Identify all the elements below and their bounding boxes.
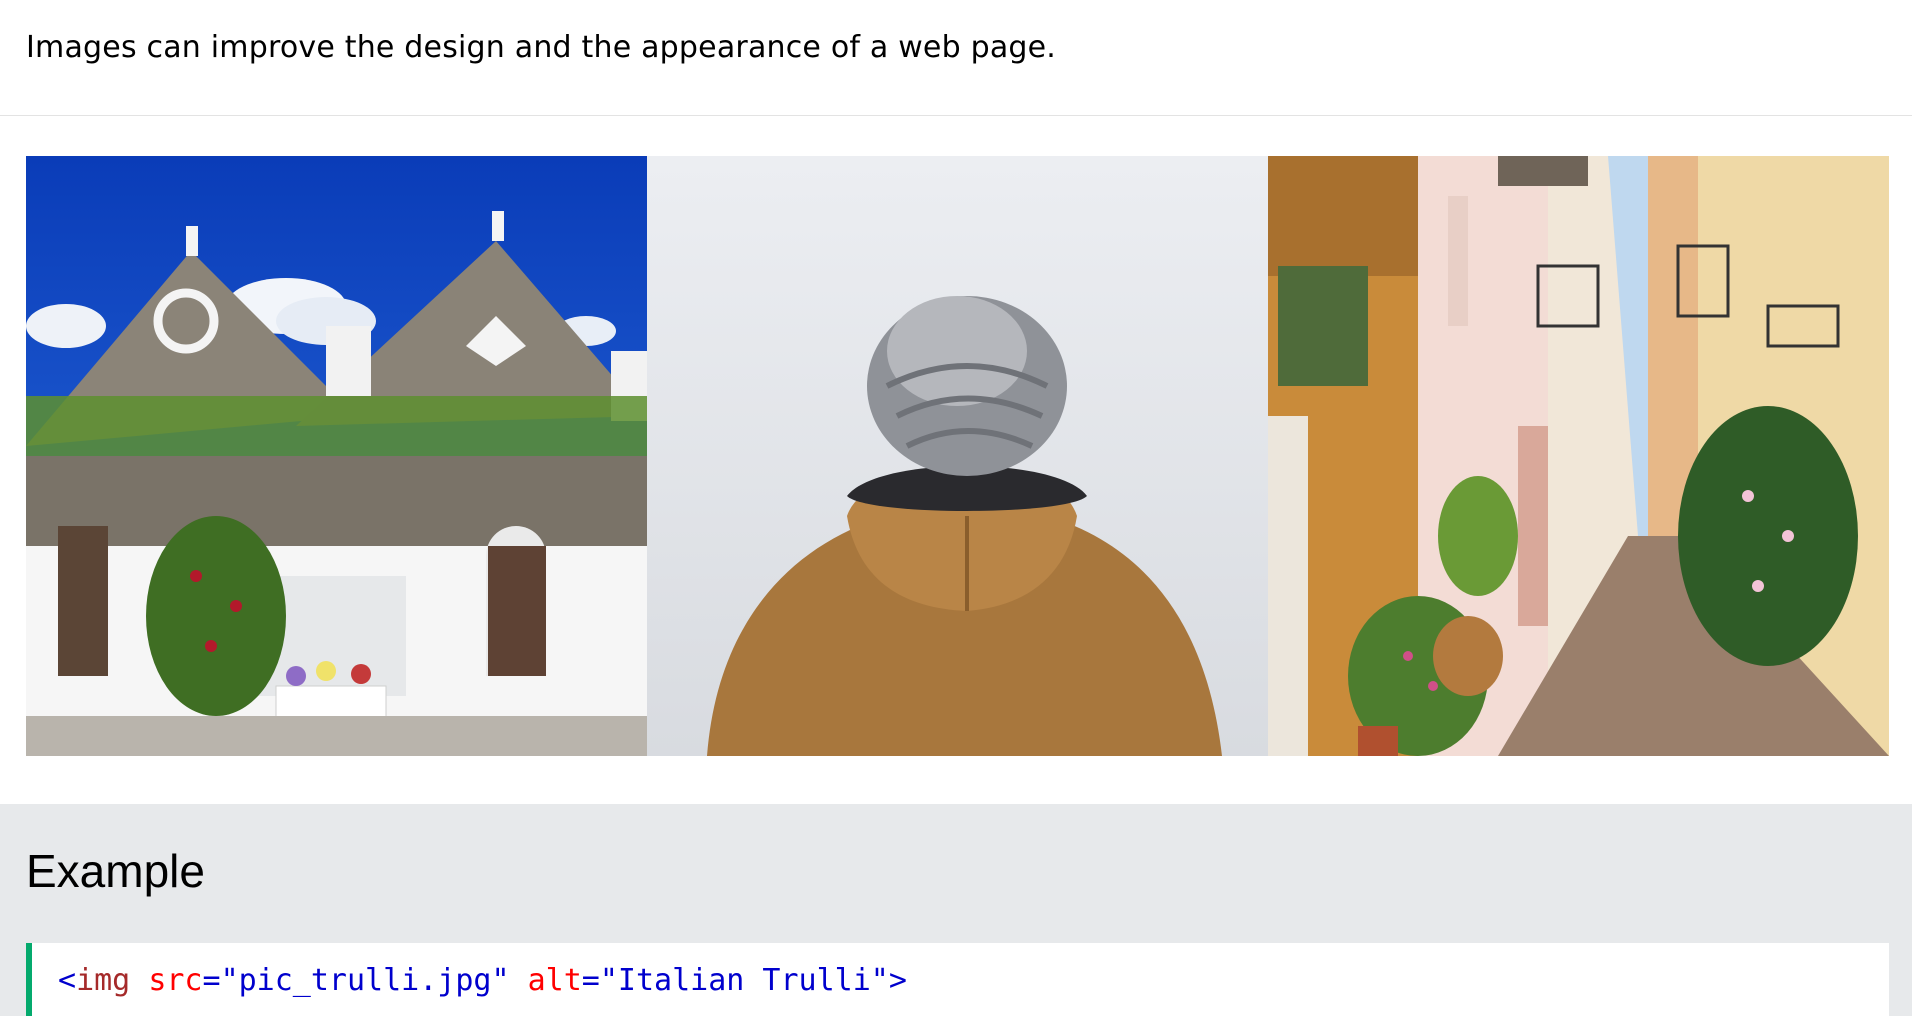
street-photo (1268, 156, 1889, 756)
code-open-bracket: < (58, 963, 77, 998)
girl-in-jacket-photo (647, 156, 1268, 756)
code-value-alt: "Italian Trulli" (599, 963, 889, 998)
example-title: Example (26, 845, 205, 897)
code-close-bracket: > (888, 963, 907, 998)
example-panel: Example <img src="pic_trulli.jpg" alt="I… (0, 804, 1912, 1016)
code-attr-src: src (148, 963, 203, 998)
code-line: <img src="pic_trulli.jpg" alt="Italian T… (58, 963, 907, 998)
code-value-src: "pic_trulli.jpg" (220, 963, 510, 998)
code-equals: = (202, 963, 221, 998)
code-attr-alt: alt (527, 963, 582, 998)
trulli-photo (26, 156, 647, 756)
code-equals: = (581, 963, 600, 998)
code-example-box: <img src="pic_trulli.jpg" alt="Italian T… (26, 943, 1889, 1016)
image-gallery (26, 156, 1889, 756)
divider (0, 115, 1912, 116)
code-tag-name: img (76, 963, 131, 998)
intro-text: Images can improve the design and the ap… (26, 30, 1057, 65)
